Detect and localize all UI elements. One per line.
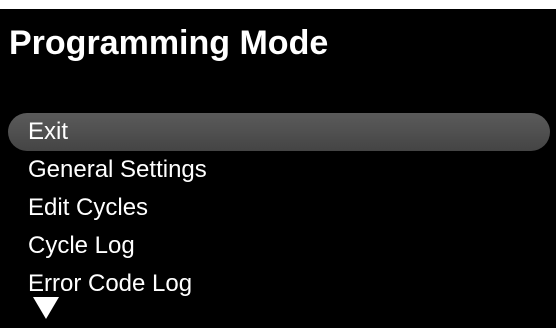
menu-item-cycle-log[interactable]: Cycle Log xyxy=(0,227,556,265)
page-title: Programming Mode xyxy=(9,24,329,62)
menu-item-exit[interactable]: Exit xyxy=(8,113,550,151)
programming-menu: Exit General Settings Edit Cycles Cycle … xyxy=(0,113,556,303)
menu-item-general-settings[interactable]: General Settings xyxy=(0,151,556,189)
display-screen: Programming Mode Exit General Settings E… xyxy=(0,9,556,328)
menu-item-error-code-log[interactable]: Error Code Log xyxy=(0,265,556,303)
menu-item-edit-cycles[interactable]: Edit Cycles xyxy=(0,189,556,227)
triangle-down-icon[interactable] xyxy=(33,297,59,319)
